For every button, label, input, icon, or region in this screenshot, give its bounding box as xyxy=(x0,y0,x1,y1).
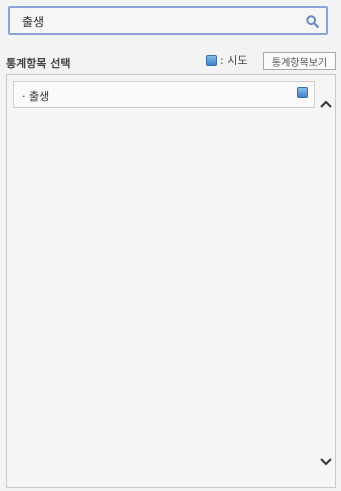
list-item-label: · 출생 xyxy=(22,90,50,103)
section-title: 통계항목 선택 xyxy=(6,57,71,70)
view-stats-items-button[interactable]: 통계항목보기 xyxy=(263,52,336,70)
search-input[interactable] xyxy=(22,12,302,31)
scroll-down-icon[interactable] xyxy=(319,453,333,466)
list-item[interactable]: · 출생 xyxy=(13,81,315,108)
legend-label: : 시도 xyxy=(220,54,248,67)
scroll-up-icon[interactable] xyxy=(319,95,333,108)
stat-items-panel: · 출생 xyxy=(6,74,336,488)
legend: : 시도 xyxy=(206,53,247,67)
region-swatch-icon xyxy=(297,87,308,98)
search-box xyxy=(8,6,328,35)
legend-swatch-icon xyxy=(206,54,217,66)
search-icon[interactable] xyxy=(302,11,322,31)
